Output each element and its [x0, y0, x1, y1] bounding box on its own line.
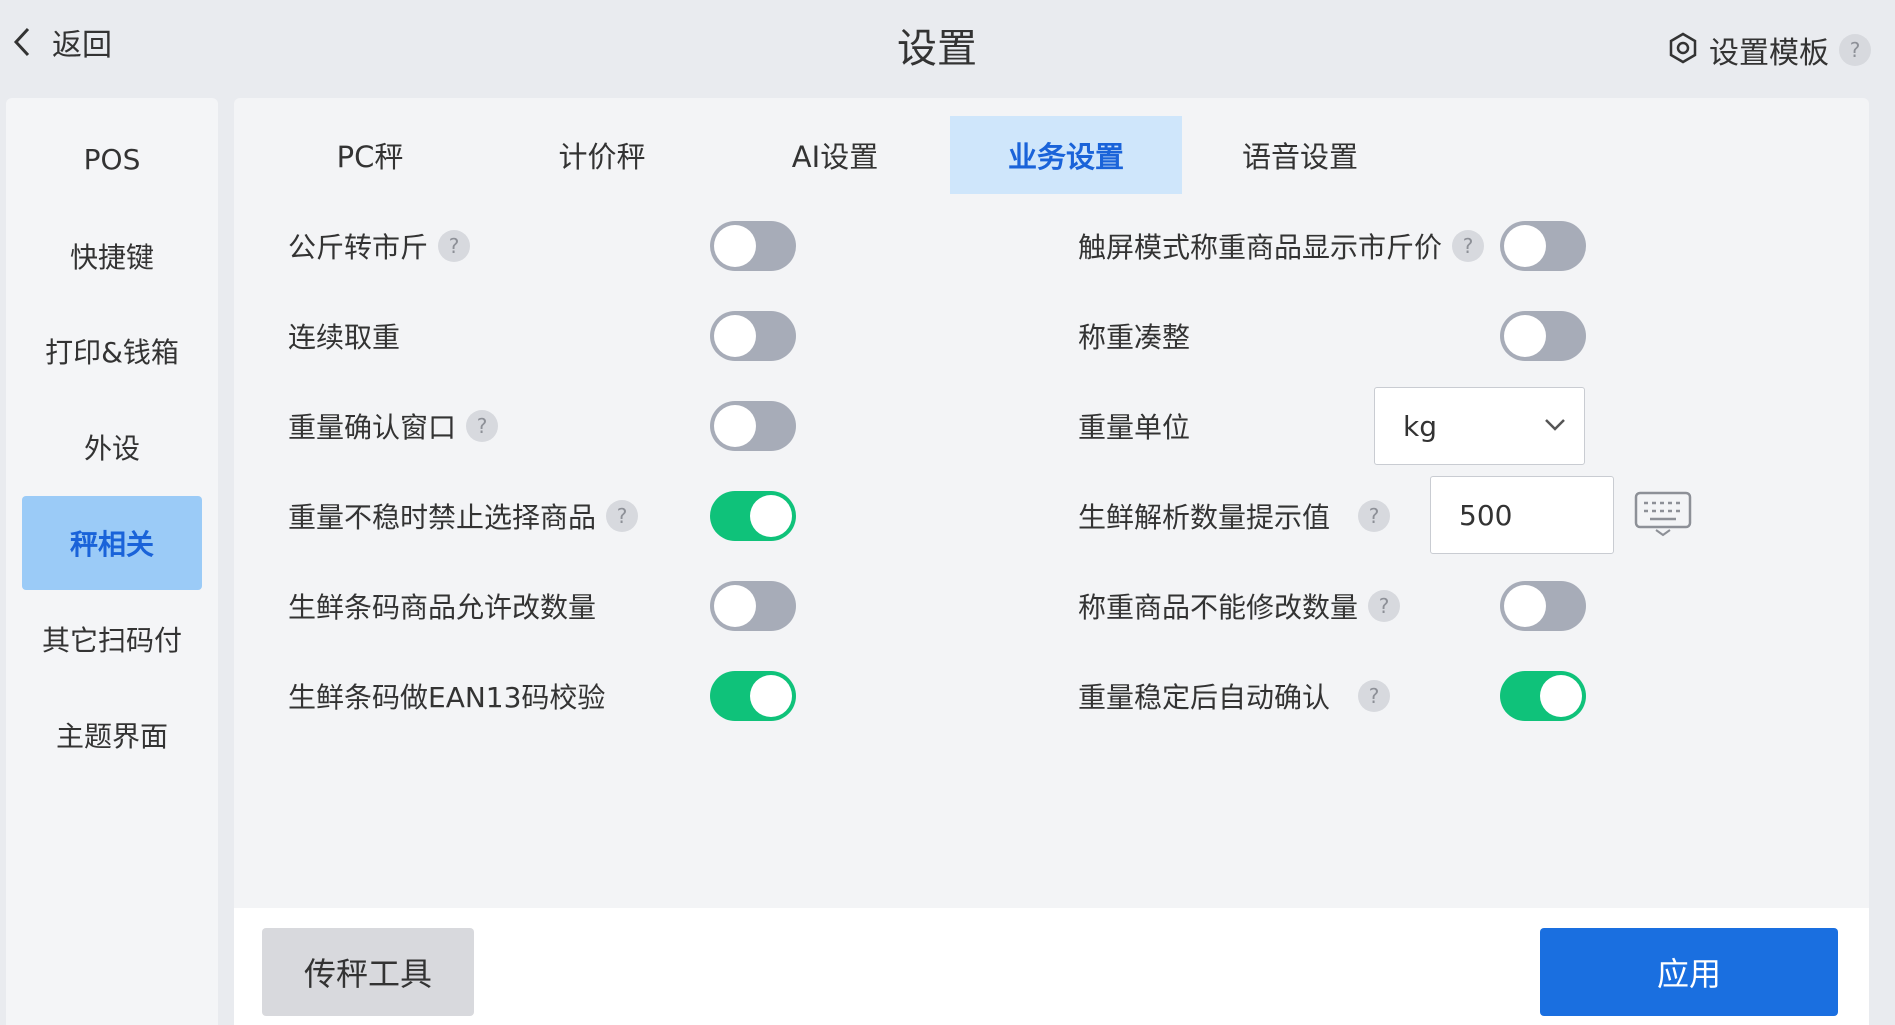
- sidebar-item-theme[interactable]: 主题界面: [22, 688, 202, 782]
- setting-row: 触屏模式称重商品显示市斤价 ?: [1078, 221, 1485, 271]
- setting-row: 生鲜解析数量提示值 ?: [1078, 491, 1391, 541]
- help-icon[interactable]: ?: [438, 230, 471, 262]
- toggle-switch[interactable]: [710, 311, 796, 361]
- setting-row: 重量稳定后自动确认 ?: [1078, 671, 1391, 721]
- sidebar: POS 快捷键 打印&钱箱 外设 秤相关 其它扫码付 主题界面: [6, 98, 218, 1025]
- setting-label: 公斤转市斤: [288, 231, 429, 264]
- setting-label: 触屏模式称重商品显示市斤价: [1078, 231, 1443, 264]
- help-icon[interactable]: ?: [1839, 34, 1871, 66]
- sidebar-item-other-scan-pay[interactable]: 其它扫码付: [22, 592, 202, 686]
- main-panel: PC秤 计价秤 AI设置 业务设置 语音设置 公斤转市斤 ? 连续取重 重量确认…: [234, 98, 1869, 1025]
- toggle-knob: [1504, 315, 1546, 357]
- toggle-knob: [1540, 675, 1582, 717]
- tab-pricing-scale[interactable]: 计价秤: [486, 116, 718, 194]
- hexagon-settings-icon: [1667, 32, 1699, 68]
- tab-business-settings[interactable]: 业务设置: [950, 116, 1182, 194]
- setting-row: 生鲜条码做EAN13码校验: [288, 671, 605, 721]
- footer-bar: 传秤工具 应用: [234, 908, 1869, 1025]
- apply-button[interactable]: 应用: [1540, 928, 1838, 1016]
- help-icon[interactable]: ?: [606, 500, 639, 532]
- tab-ai-settings[interactable]: AI设置: [719, 116, 951, 194]
- setting-row: 公斤转市斤 ?: [288, 221, 471, 271]
- sidebar-item-print-cashbox[interactable]: 打印&钱箱: [22, 304, 202, 398]
- help-icon[interactable]: ?: [1368, 590, 1401, 622]
- help-icon[interactable]: ?: [1452, 230, 1485, 262]
- sidebar-item-shortcuts[interactable]: 快捷键: [22, 209, 202, 303]
- setting-label: 生鲜条码商品允许改数量: [288, 591, 597, 624]
- setting-label: 生鲜解析数量提示值: [1078, 501, 1331, 534]
- toggle-switch[interactable]: [1500, 311, 1586, 361]
- toggle-knob: [714, 225, 756, 267]
- setting-label: 重量确认窗口: [288, 411, 457, 444]
- sidebar-item-scale[interactable]: 秤相关: [22, 496, 202, 590]
- setting-row: 重量单位: [1078, 401, 1190, 451]
- setting-label: 重量单位: [1078, 411, 1191, 444]
- setting-row: 连续取重: [288, 311, 400, 361]
- toggle-switch[interactable]: [1500, 581, 1586, 631]
- toggle-knob: [714, 585, 756, 627]
- toggle-switch[interactable]: [1500, 221, 1586, 271]
- setting-row: 重量确认窗口 ?: [288, 401, 499, 451]
- setting-row: 称重商品不能修改数量 ?: [1078, 581, 1401, 631]
- toggle-switch[interactable]: [710, 401, 796, 451]
- weight-unit-select[interactable]: kg: [1374, 387, 1585, 465]
- tab-pc-scale[interactable]: PC秤: [254, 116, 486, 194]
- toggle-knob: [714, 405, 756, 447]
- toggle-switch[interactable]: [710, 491, 796, 541]
- toggle-knob: [714, 315, 756, 357]
- sidebar-item-peripherals[interactable]: 外设: [22, 400, 202, 494]
- tab-voice-settings[interactable]: 语音设置: [1184, 116, 1416, 194]
- setting-label: 连续取重: [288, 321, 401, 354]
- help-icon[interactable]: ?: [466, 410, 499, 442]
- setting-row: 称重凑整: [1078, 311, 1190, 361]
- toggle-switch[interactable]: [710, 671, 796, 721]
- toggle-knob: [1504, 585, 1546, 627]
- toggle-switch[interactable]: [710, 221, 796, 271]
- chevron-down-icon: [1544, 417, 1566, 436]
- setting-label: 重量稳定后自动确认: [1078, 681, 1331, 714]
- toggle-switch[interactable]: [1500, 671, 1586, 721]
- scale-transfer-tool-button[interactable]: 传秤工具: [262, 928, 474, 1016]
- setting-row: 生鲜条码商品允许改数量: [288, 581, 596, 631]
- help-icon[interactable]: ?: [1358, 680, 1391, 712]
- setting-row: 重量不稳时禁止选择商品 ?: [288, 491, 639, 541]
- setting-label: 重量不稳时禁止选择商品: [288, 501, 597, 534]
- keyboard-icon[interactable]: [1634, 491, 1692, 541]
- toggle-knob: [750, 675, 792, 717]
- setting-label: 称重商品不能修改数量: [1078, 591, 1359, 624]
- toggle-switch[interactable]: [710, 581, 796, 631]
- settings-template-label: 设置模板: [1709, 36, 1829, 71]
- page-title: 设置: [897, 26, 977, 72]
- setting-label: 生鲜条码做EAN13码校验: [288, 681, 606, 714]
- help-icon[interactable]: ?: [1358, 500, 1391, 532]
- weight-unit-value: kg: [1403, 409, 1437, 443]
- toggle-knob: [1504, 225, 1546, 267]
- quantity-threshold-input[interactable]: [1430, 476, 1614, 554]
- settings-template-button[interactable]: 设置模板 ?: [1667, 28, 1871, 72]
- toggle-knob: [750, 495, 792, 537]
- setting-label: 称重凑整: [1078, 321, 1191, 354]
- sidebar-item-pos[interactable]: POS: [22, 112, 202, 206]
